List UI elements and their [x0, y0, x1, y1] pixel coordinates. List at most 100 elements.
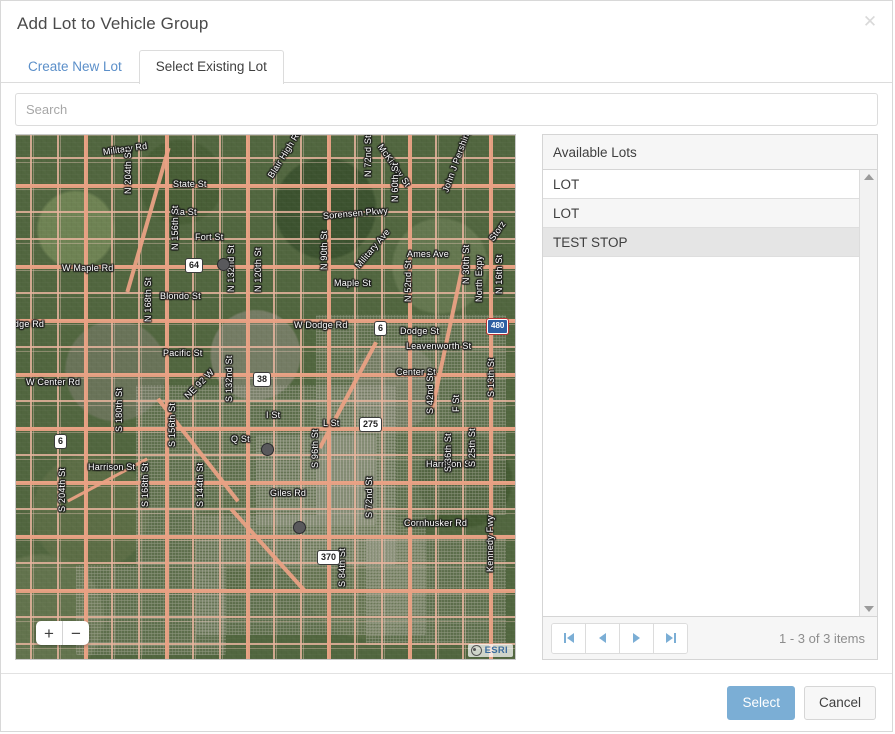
- zoom-out-icon[interactable]: −: [62, 621, 89, 645]
- highway-shield: 6: [374, 321, 387, 336]
- lot-marker-1[interactable]: [217, 258, 230, 271]
- previous-page-button[interactable]: [585, 624, 619, 653]
- road-line: [16, 432, 515, 433]
- cancel-button[interactable]: Cancel: [804, 686, 876, 720]
- road-line: [165, 135, 169, 659]
- highway-shield: 38: [253, 372, 271, 387]
- road-line: [327, 135, 331, 659]
- next-page-icon: [633, 633, 640, 643]
- previous-page-icon: [599, 633, 606, 643]
- lot-marker-3[interactable]: [293, 521, 306, 534]
- first-page-button[interactable]: [552, 624, 585, 653]
- road-line: [16, 346, 515, 348]
- highway-shield: 275: [359, 417, 382, 432]
- road-line: [438, 135, 439, 659]
- road-line: [16, 184, 515, 188]
- scroll-up-icon[interactable]: [864, 174, 874, 180]
- highway-shield: 370: [317, 550, 340, 565]
- page-title: Add Lot to Vehicle Group: [17, 14, 208, 34]
- road-line: [357, 135, 358, 659]
- road-line: [16, 189, 515, 190]
- tab-select-existing-lot[interactable]: Select Existing Lot: [139, 50, 284, 84]
- road-line: [489, 135, 493, 659]
- available-lots-body: LOT LOT TEST STOP: [543, 170, 877, 616]
- road-line: [16, 351, 515, 352]
- road-line: [16, 400, 515, 402]
- road-line: [303, 135, 304, 659]
- road-line: [16, 513, 515, 514]
- list-scrollbar[interactable]: [859, 170, 877, 616]
- road-line: [16, 459, 515, 460]
- road-line: [219, 135, 221, 659]
- road-line: [16, 648, 515, 649]
- map-panel[interactable]: Military RdState StIda StFort StW Maple …: [15, 134, 516, 660]
- list-item-label: LOT: [553, 206, 579, 221]
- tab-create-new-lot[interactable]: Create New Lot: [11, 50, 139, 83]
- road-line: [141, 135, 142, 659]
- dialog-header: Add Lot to Vehicle Group ✕: [1, 1, 892, 46]
- scroll-down-icon[interactable]: [864, 606, 874, 612]
- road-line: [16, 135, 515, 136]
- first-page-icon: [564, 633, 574, 643]
- esri-logo-icon: [471, 645, 482, 656]
- lot-marker-2[interactable]: [261, 443, 274, 456]
- road-line: [16, 405, 515, 406]
- road-line: [57, 135, 59, 659]
- tab-strip: Create New Lot Select Existing Lot: [1, 46, 892, 83]
- pager-info: 1 - 3 of 3 items: [779, 631, 865, 646]
- road-line: [114, 135, 115, 659]
- map-attribution-label: ESRI: [485, 645, 508, 656]
- available-lots-list[interactable]: LOT LOT TEST STOP: [543, 170, 859, 616]
- list-item-label: LOT: [553, 177, 579, 192]
- road-line: [300, 135, 302, 659]
- road-line: [33, 135, 34, 659]
- road-line: [16, 157, 515, 159]
- road-line: [16, 643, 515, 645]
- list-pager: 1 - 3 of 3 items: [543, 616, 877, 659]
- road-line: [16, 594, 515, 595]
- dialog-body: Military RdState StIda StFort StW Maple …: [1, 134, 892, 660]
- road-line: [273, 135, 275, 659]
- highway-shield: 6: [54, 434, 67, 449]
- road-line: [192, 135, 194, 659]
- close-icon[interactable]: ✕: [860, 12, 880, 32]
- search-input[interactable]: [15, 93, 878, 126]
- road-line: [16, 211, 515, 213]
- road-line: [16, 265, 515, 269]
- road-line: [16, 292, 515, 294]
- map-canvas[interactable]: Military RdState StIda StFort StW Maple …: [16, 135, 515, 659]
- last-page-icon: [666, 633, 676, 643]
- road-line: [16, 567, 515, 568]
- road-line: [462, 135, 464, 659]
- road-line: [16, 621, 515, 622]
- road-line: [16, 535, 515, 539]
- list-item[interactable]: LOT: [543, 199, 859, 228]
- next-page-button[interactable]: [619, 624, 653, 653]
- road-line: [246, 135, 250, 659]
- road-line: [16, 481, 515, 485]
- road-line: [16, 297, 515, 298]
- available-lots-panel: Available Lots LOT LOT TEST STOP: [542, 134, 878, 660]
- search-container: [1, 83, 892, 134]
- road-line: [465, 135, 466, 659]
- road-line: [16, 216, 515, 217]
- select-button[interactable]: Select: [727, 686, 795, 720]
- road-line: [16, 508, 515, 510]
- list-item[interactable]: TEST STOP: [543, 228, 859, 257]
- road-line: [384, 135, 385, 659]
- urban-area: [76, 565, 226, 655]
- road-line: [30, 135, 32, 659]
- road-line: [195, 135, 196, 659]
- list-item[interactable]: LOT: [543, 170, 859, 199]
- road-line: [381, 135, 383, 659]
- zoom-in-icon[interactable]: +: [36, 621, 62, 645]
- list-item-label: TEST STOP: [553, 235, 628, 250]
- map-zoom-controls[interactable]: + −: [36, 621, 89, 645]
- road-line: [16, 427, 515, 431]
- highway-shield: 64: [185, 258, 203, 273]
- road-line: [16, 616, 515, 618]
- last-page-button[interactable]: [653, 624, 687, 653]
- dialog-footer: Select Cancel: [1, 673, 892, 731]
- available-lots-header: Available Lots: [543, 135, 877, 170]
- road-line: [276, 135, 277, 659]
